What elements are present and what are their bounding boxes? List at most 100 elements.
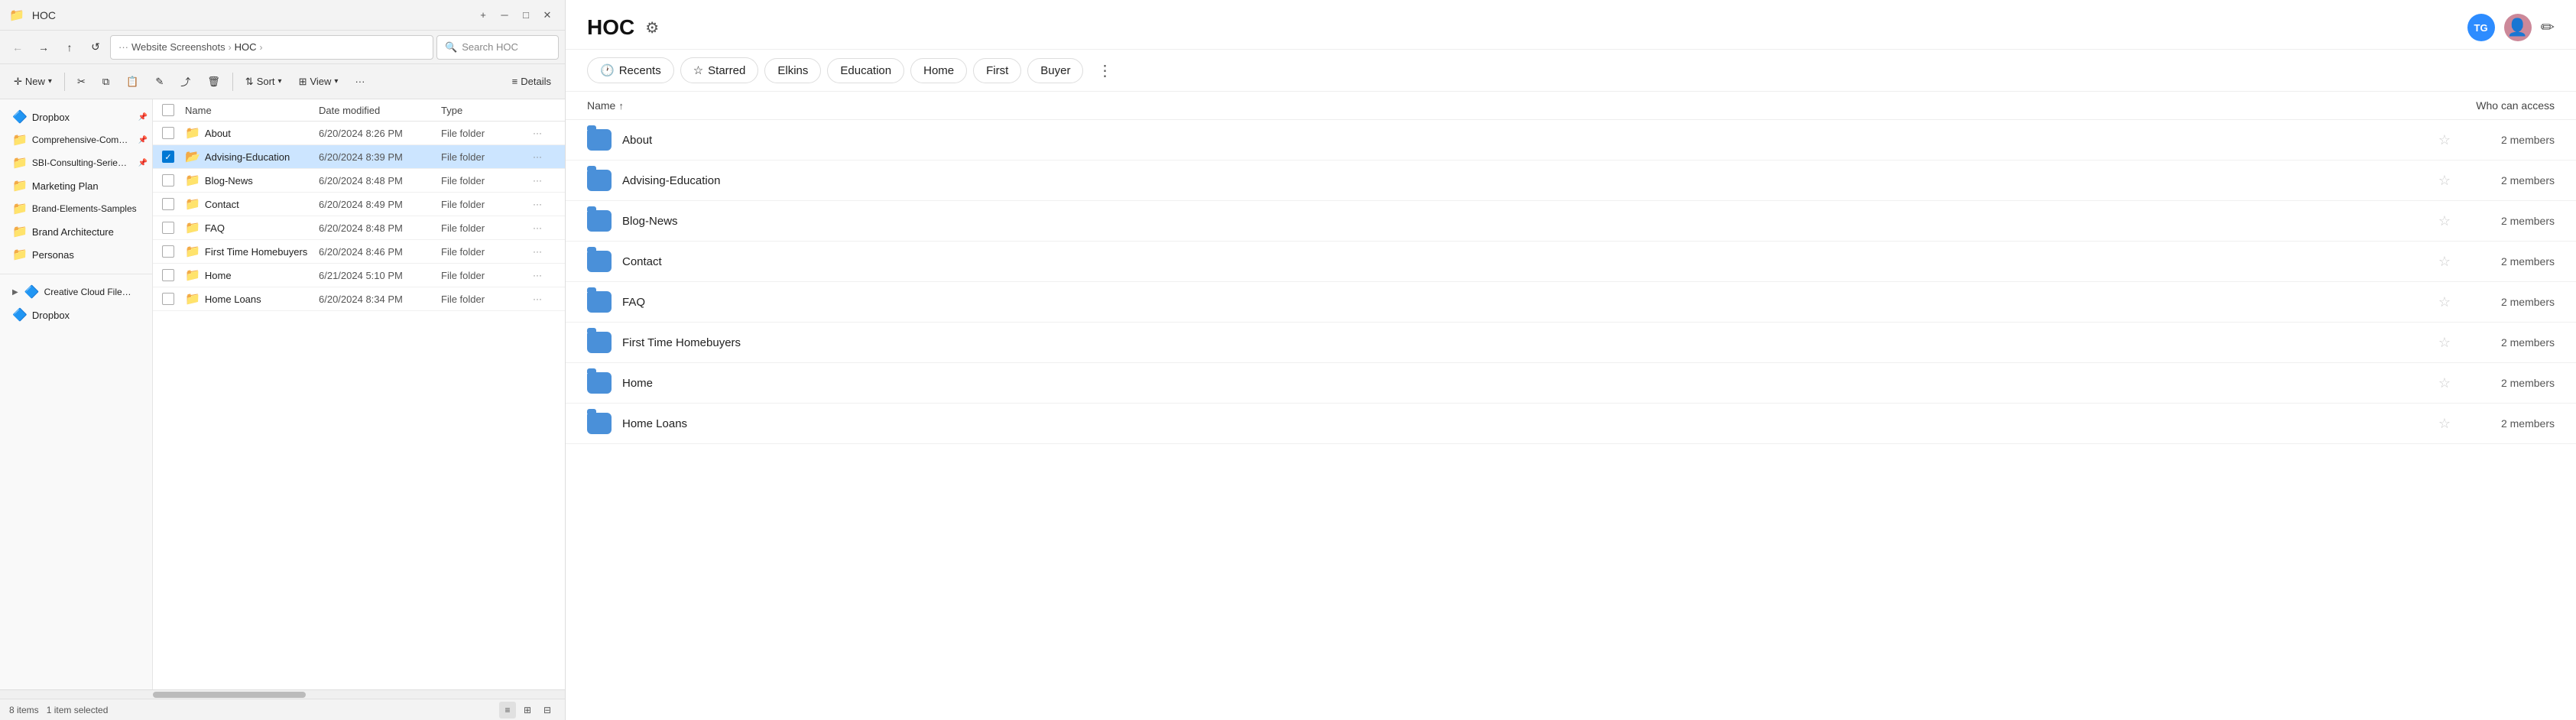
paste-button[interactable]: 📋 <box>118 72 146 92</box>
file-more-button[interactable]: ··· <box>533 175 556 186</box>
sidebar-item-marketing[interactable]: 📁 Marketing Plan <box>0 174 152 197</box>
sidebar-item-dropbox[interactable]: 🔷 Dropbox 📌 <box>0 105 152 128</box>
list-view-toggle[interactable]: ≡ <box>499 702 516 718</box>
search-bar[interactable]: 🔍 Search HOC <box>436 35 559 60</box>
minimize-button[interactable]: ─ <box>496 7 513 24</box>
cloud-file-row[interactable]: About☆2 members <box>566 120 2576 161</box>
cloud-file-row[interactable]: Advising-Education☆2 members <box>566 161 2576 201</box>
share-button[interactable]: ⤴ <box>173 70 198 92</box>
folder-icon-personas: 📁 <box>12 247 28 262</box>
cut-button[interactable]: ✂ <box>70 72 93 92</box>
file-more-button[interactable]: ··· <box>533 151 556 162</box>
sidebar-item-brand-arch[interactable]: 📁 Brand Architecture <box>0 220 152 243</box>
file-checkbox[interactable] <box>162 127 174 139</box>
tab-home[interactable]: Home <box>910 58 967 83</box>
file-checkbox[interactable] <box>162 222 174 234</box>
sidebar-item-comprehensive[interactable]: 📁 Comprehensive-Communit 📌 <box>0 128 152 151</box>
tab-recents[interactable]: 🕐 Recents <box>587 57 674 83</box>
file-more-button[interactable]: ··· <box>533 222 556 233</box>
cloud-file-row[interactable]: Home☆2 members <box>566 363 2576 404</box>
file-row[interactable]: 📁First Time Homebuyers6/20/2024 8:46 PMF… <box>153 240 565 264</box>
star-button[interactable]: ☆ <box>2438 254 2451 270</box>
star-button[interactable]: ☆ <box>2438 173 2451 189</box>
star-button[interactable]: ☆ <box>2438 132 2451 148</box>
settings-icon[interactable]: ⚙ <box>645 18 659 37</box>
cloud-header-name[interactable]: Name ↑ <box>587 99 2417 112</box>
select-all-checkbox[interactable] <box>162 104 174 116</box>
refresh-button[interactable]: ↺ <box>84 36 107 59</box>
star-button[interactable]: ☆ <box>2438 416 2451 432</box>
sidebar-item-dropbox2[interactable]: 🔷 Dropbox <box>0 303 152 326</box>
tab-starred[interactable]: ☆ Starred <box>680 57 759 83</box>
file-checkbox[interactable] <box>162 245 174 258</box>
file-more-button[interactable]: ··· <box>533 128 556 138</box>
cloud-file-row[interactable]: First Time Homebuyers☆2 members <box>566 323 2576 363</box>
forward-button[interactable]: → <box>32 36 55 59</box>
sidebar-item-cc-files[interactable]: ▶ 🔷 Creative Cloud Files Personal <box>0 281 152 303</box>
pen-icon[interactable]: ✏ <box>2541 18 2555 37</box>
cloud-folder-icon <box>587 413 612 434</box>
cloud-folder-icon <box>587 291 612 313</box>
delete-button[interactable]: 🗑 <box>200 72 228 92</box>
file-checkbox[interactable] <box>162 198 174 210</box>
view-button[interactable]: ⊞ View ▾ <box>291 72 346 92</box>
sidebar-item-sbi[interactable]: 📁 SBI-Consulting-Series_2023 📌 <box>0 151 152 174</box>
cloud-access-count: 2 members <box>2463 336 2555 349</box>
sidebar-label-sbi: SBI-Consulting-Series_2023 <box>32 157 131 168</box>
more-tabs-button[interactable]: ⋮ <box>1092 58 1117 83</box>
sort-button[interactable]: ⇅ Sort ▾ <box>238 72 290 92</box>
file-more-button[interactable]: ··· <box>533 270 556 281</box>
star-button[interactable]: ☆ <box>2438 335 2451 351</box>
sidebar-label-dropbox: Dropbox <box>32 112 70 123</box>
header-name[interactable]: Name <box>185 105 319 116</box>
maximize-button[interactable]: □ <box>517 7 534 24</box>
file-row[interactable]: ✓📂Advising-Education6/20/2024 8:39 PMFil… <box>153 145 565 169</box>
rename-button[interactable]: ✎ <box>148 72 171 92</box>
new-tab-button[interactable]: + <box>475 7 492 24</box>
tab-education[interactable]: Education <box>827 58 904 83</box>
header-date[interactable]: Date modified <box>319 105 441 116</box>
file-row[interactable]: 📁Contact6/20/2024 8:49 PMFile folder··· <box>153 193 565 216</box>
address-bar[interactable]: ··· Website Screenshots › HOC › <box>110 35 433 60</box>
file-more-button[interactable]: ··· <box>533 199 556 209</box>
file-row[interactable]: 📁Blog-News6/20/2024 8:48 PMFile folder··… <box>153 169 565 193</box>
avatar-tg[interactable]: TG <box>2467 14 2495 41</box>
star-button[interactable]: ☆ <box>2438 375 2451 391</box>
file-more-button[interactable]: ··· <box>533 246 556 257</box>
cloud-file-row[interactable]: Blog-News☆2 members <box>566 201 2576 242</box>
file-more-button[interactable]: ··· <box>533 294 556 304</box>
breadcrumb-path1[interactable]: Website Screenshots <box>131 41 225 53</box>
details-view-toggle[interactable]: ⊟ <box>539 702 556 718</box>
tab-elkins[interactable]: Elkins <box>764 58 821 83</box>
file-checkbox[interactable] <box>162 174 174 186</box>
file-row[interactable]: 📁Home6/21/2024 5:10 PMFile folder··· <box>153 264 565 287</box>
close-button[interactable]: ✕ <box>539 7 556 24</box>
file-checkbox[interactable] <box>162 269 174 281</box>
details-button[interactable]: ≡ Details <box>504 72 559 91</box>
cloud-file-row[interactable]: Contact☆2 members <box>566 242 2576 282</box>
header-type[interactable]: Type <box>441 105 533 116</box>
sidebar-item-brand-elements[interactable]: 📁 Brand-Elements-Samples <box>0 197 152 220</box>
file-row[interactable]: 📁About6/20/2024 8:26 PMFile folder··· <box>153 122 565 145</box>
scrollbar-thumb[interactable] <box>153 692 306 698</box>
star-button[interactable]: ☆ <box>2438 213 2451 229</box>
file-checkbox[interactable] <box>162 293 174 305</box>
star-button[interactable]: ☆ <box>2438 294 2451 310</box>
more-toolbar-button[interactable]: ··· <box>347 72 372 91</box>
tab-buyer[interactable]: Buyer <box>1027 58 1083 83</box>
cloud-file-row[interactable]: Home Loans☆2 members <box>566 404 2576 444</box>
up-button[interactable]: ↑ <box>58 36 81 59</box>
grid-view-toggle[interactable]: ⊞ <box>519 702 536 718</box>
file-row[interactable]: 📁Home Loans6/20/2024 8:34 PMFile folder·… <box>153 287 565 311</box>
breadcrumb-path2[interactable]: HOC <box>235 41 257 53</box>
cloud-file-row[interactable]: FAQ☆2 members <box>566 282 2576 323</box>
tab-first[interactable]: First <box>973 58 1021 83</box>
file-row[interactable]: 📁FAQ6/20/2024 8:48 PMFile folder··· <box>153 216 565 240</box>
copy-button[interactable]: ⧉ <box>95 72 117 92</box>
scrollbar-area[interactable] <box>0 689 565 699</box>
new-button[interactable]: ✛ New ▾ <box>6 72 60 92</box>
file-checkbox[interactable]: ✓ <box>162 151 174 163</box>
back-button[interactable]: ← <box>6 36 29 59</box>
file-type: File folder <box>441 246 533 258</box>
sidebar-item-personas[interactable]: 📁 Personas <box>0 243 152 266</box>
